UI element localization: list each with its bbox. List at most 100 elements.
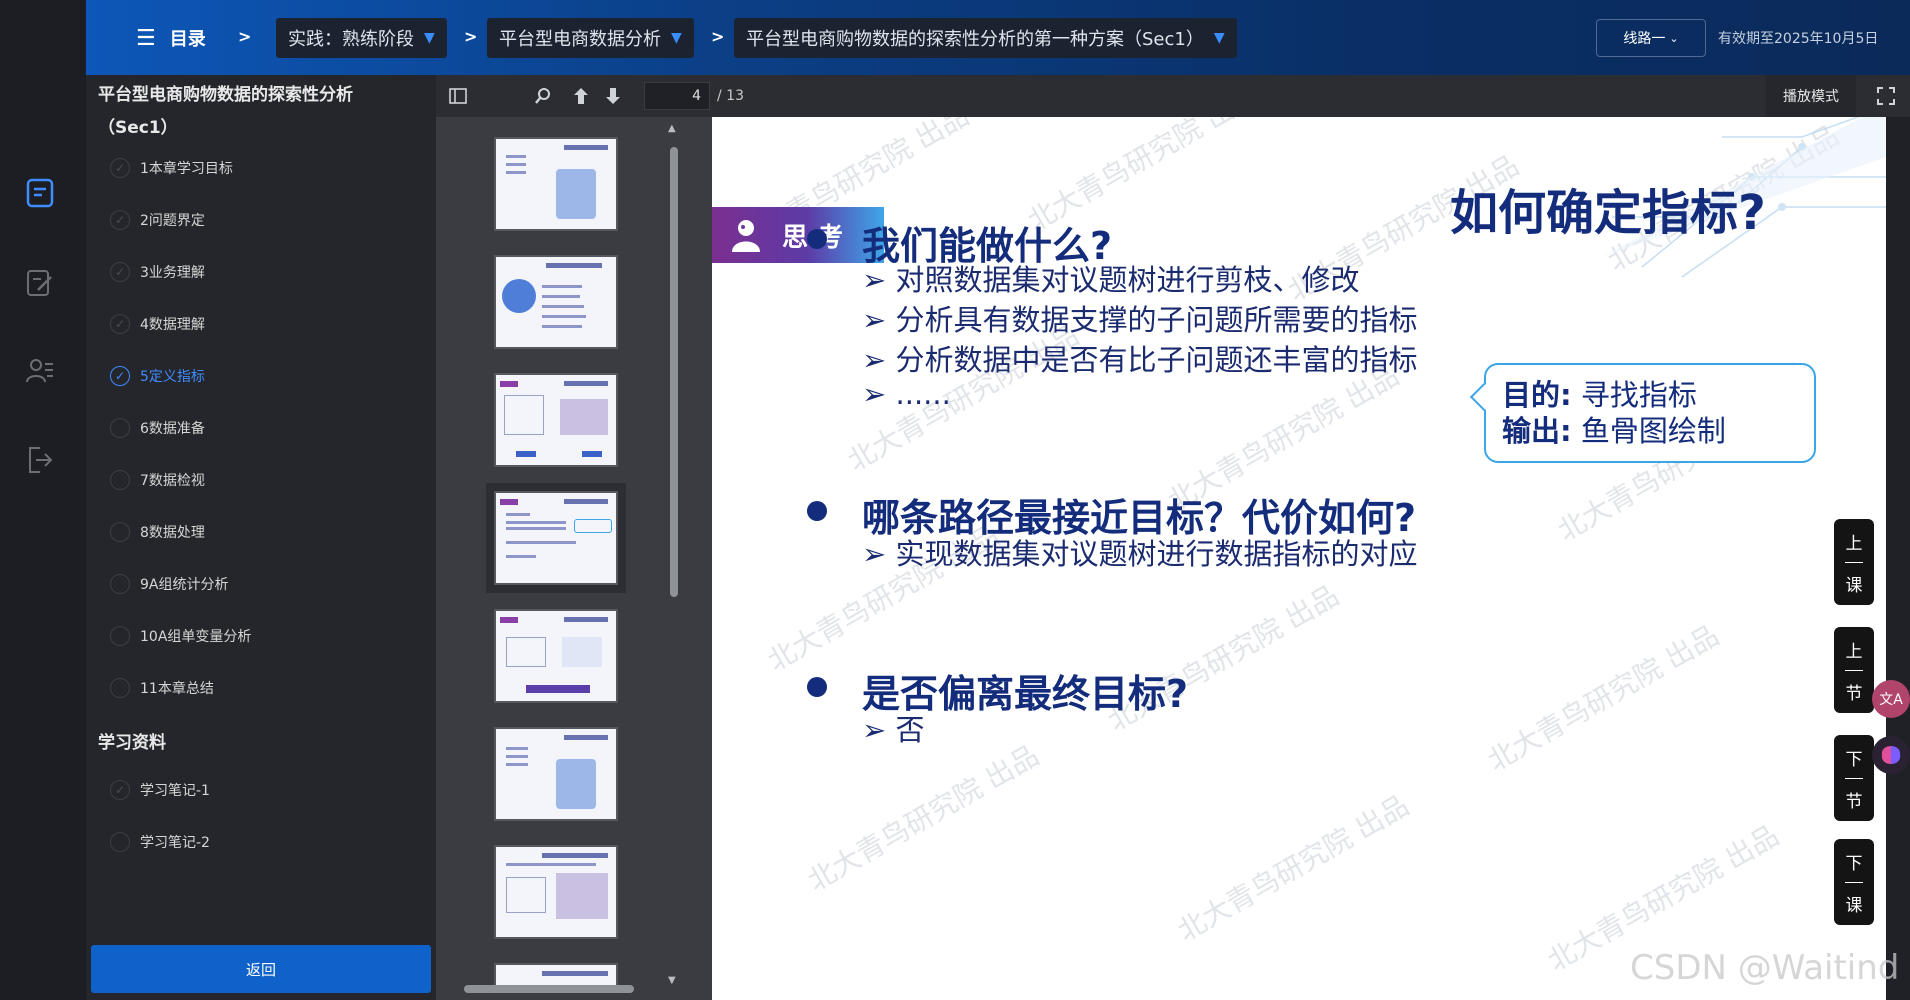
breadcrumb-level-1[interactable]: 实践：熟练阶段 ▼ <box>276 18 447 58</box>
translate-icon[interactable]: 文A <box>1872 680 1910 718</box>
material-label: 学习笔记-2 <box>140 835 210 851</box>
search-icon[interactable] <box>531 84 555 108</box>
breadcrumb-level-2[interactable]: 平台型电商数据分析 ▼ <box>487 18 694 58</box>
icon-rail <box>0 0 86 1000</box>
breadcrumb-label: 实践：熟练阶段 <box>288 29 414 50</box>
page-thumbnail[interactable] <box>494 137 618 231</box>
page-thumbnail[interactable] <box>494 609 618 703</box>
list-icon: ☰ <box>136 25 156 51</box>
chapter-label: 11本章总结 <box>140 681 214 697</box>
page-down-icon[interactable] <box>601 84 625 108</box>
nav-char: 上 <box>1845 641 1863 662</box>
breadcrumb-label: 平台型电商数据分析 <box>499 29 661 50</box>
goal-callout: 目的: 寻找指标 输出: 鱼骨图绘制 <box>1469 363 1816 463</box>
material-item[interactable]: 学习笔记-2 <box>110 827 210 857</box>
nav-char: 下 <box>1845 749 1863 770</box>
chapter-label: 5定义指标 <box>140 369 205 385</box>
scrollbar-thumb[interactable] <box>670 147 678 597</box>
page-thumbnail[interactable] <box>494 727 618 821</box>
check-circle-icon: ✓ <box>110 366 130 386</box>
chevron-down-icon: ⌄ <box>1669 31 1679 45</box>
edit-note-icon[interactable] <box>23 266 57 300</box>
chapter-label: 3业务理解 <box>140 265 205 281</box>
question-1-item: ➢ ...... <box>862 377 951 411</box>
back-button[interactable]: 返回 <box>91 945 431 993</box>
page-thumbnail-current[interactable] <box>494 491 618 585</box>
scroll-up-icon[interactable]: ▲ <box>668 123 676 134</box>
brain-icon[interactable] <box>1872 736 1910 774</box>
check-circle-icon: ✓ <box>110 314 130 334</box>
circle-icon <box>110 470 130 490</box>
bullet-dot <box>807 677 827 697</box>
chapter-item[interactable]: 11本章总结 <box>110 673 214 703</box>
prev-lesson-button[interactable]: 上课 <box>1834 519 1874 605</box>
caret-down-icon: ▼ <box>1213 30 1225 46</box>
chapter-item-active[interactable]: ✓ 5定义指标 <box>110 361 205 391</box>
circle-icon <box>110 418 130 438</box>
chapter-label: 2问题界定 <box>140 213 205 229</box>
question-2-item: ➢ 实现数据集对议题树进行数据指标的对应 <box>862 537 1418 571</box>
fullscreen-icon[interactable] <box>1874 84 1898 108</box>
chapter-item[interactable]: 10A组单变量分析 <box>110 621 251 651</box>
line-select-button[interactable]: 线路一 ⌄ <box>1596 19 1706 57</box>
sidebar-toggle-icon[interactable] <box>446 84 470 108</box>
valid-until-text: 有效期至2025年10月5日 <box>1718 31 1879 47</box>
play-mode-button[interactable]: 播放模式 <box>1766 75 1856 117</box>
chapter-sidebar: 平台型电商购物数据的探索性分析（Sec1） ✓ 1本章学习目标 ✓ 2问题界定 ✓ 3… <box>86 75 436 1000</box>
thinker-icon <box>732 220 760 252</box>
question-3-item: ➢ 否 <box>862 713 925 747</box>
chapter-label: 9A组统计分析 <box>140 577 229 593</box>
watermark: 北大青鸟研究院 出品 <box>801 738 1045 898</box>
callout-output: 输出: 鱼骨图绘制 <box>1502 414 1726 448</box>
chapter-label: 8数据处理 <box>140 525 205 541</box>
chapter-item[interactable]: 8数据处理 <box>110 517 205 547</box>
chapter-item[interactable]: ✓ 1本章学习目标 <box>110 153 233 183</box>
thumbnail-pane: ▲ ▼ <box>436 117 712 1000</box>
callout-purpose: 目的: 寻找指标 <box>1502 378 1697 412</box>
horizontal-scrollbar-thumb[interactable] <box>464 985 634 993</box>
circle-icon <box>110 574 130 594</box>
bullet-dot <box>807 229 827 249</box>
check-circle-icon: ✓ <box>110 262 130 282</box>
toc-button[interactable]: ☰ 目录 <box>136 23 206 53</box>
nav-char: 课 <box>1845 575 1863 596</box>
question-1-item: ➢ 分析数据中是否有比子问题还丰富的指标 <box>862 343 1418 377</box>
chapter-item[interactable]: 6数据准备 <box>110 413 205 443</box>
caret-down-icon: ▼ <box>424 30 435 46</box>
watermark: 北大青鸟研究院 出品 <box>1481 618 1725 778</box>
nav-char: 上 <box>1845 533 1863 554</box>
prev-section-button[interactable]: 上节 <box>1834 627 1874 713</box>
csdn-watermark: CSDN @Waitind <box>1630 948 1900 988</box>
scroll-down-icon[interactable]: ▼ <box>668 975 676 986</box>
people-group-icon[interactable] <box>23 354 57 388</box>
chapter-item[interactable]: 9A组统计分析 <box>110 569 228 599</box>
page-thumbnail[interactable] <box>494 373 618 467</box>
course-doc-icon[interactable] <box>23 176 57 210</box>
material-item[interactable]: ✓ 学习笔记-1 <box>110 775 210 805</box>
watermark: 北大青鸟研究院 出品 <box>1171 788 1415 948</box>
chapter-item[interactable]: ✓ 3业务理解 <box>110 257 205 287</box>
next-section-button[interactable]: 下节 <box>1834 735 1874 821</box>
chapter-label: 4数据理解 <box>140 317 205 333</box>
chapter-item[interactable]: 7数据检视 <box>110 465 205 495</box>
breadcrumb-level-3[interactable]: 平台型电商购物数据的探索性分析的第一种方案（Sec1） ▼ <box>734 18 1237 58</box>
page-thumbnail[interactable] <box>494 255 618 349</box>
question-1-item: ➢ 对照数据集对议题树进行剪枝、修改 <box>862 263 1360 297</box>
nav-char: 课 <box>1845 895 1863 916</box>
page-number-input[interactable]: 4 <box>644 82 710 110</box>
chapter-item[interactable]: ✓ 4数据理解 <box>110 309 205 339</box>
exit-icon[interactable] <box>23 443 57 477</box>
breadcrumb-separator: > <box>464 27 478 46</box>
viewer-toolbar: 4 / 13 播放模式 <box>436 75 1910 117</box>
circle-icon <box>110 832 130 852</box>
nav-char: 节 <box>1845 683 1863 704</box>
chapter-item[interactable]: ✓ 2问题界定 <box>110 205 205 235</box>
materials-title: 学习资料 <box>98 733 166 753</box>
page-thumbnail[interactable] <box>494 845 618 939</box>
nav-char: 节 <box>1845 791 1863 812</box>
breadcrumb-separator: > <box>238 27 252 46</box>
page-up-icon[interactable] <box>569 84 593 108</box>
breadcrumb-separator: > <box>711 27 725 46</box>
chapter-label: 1本章学习目标 <box>140 161 233 177</box>
next-lesson-button[interactable]: 下课 <box>1834 839 1874 925</box>
